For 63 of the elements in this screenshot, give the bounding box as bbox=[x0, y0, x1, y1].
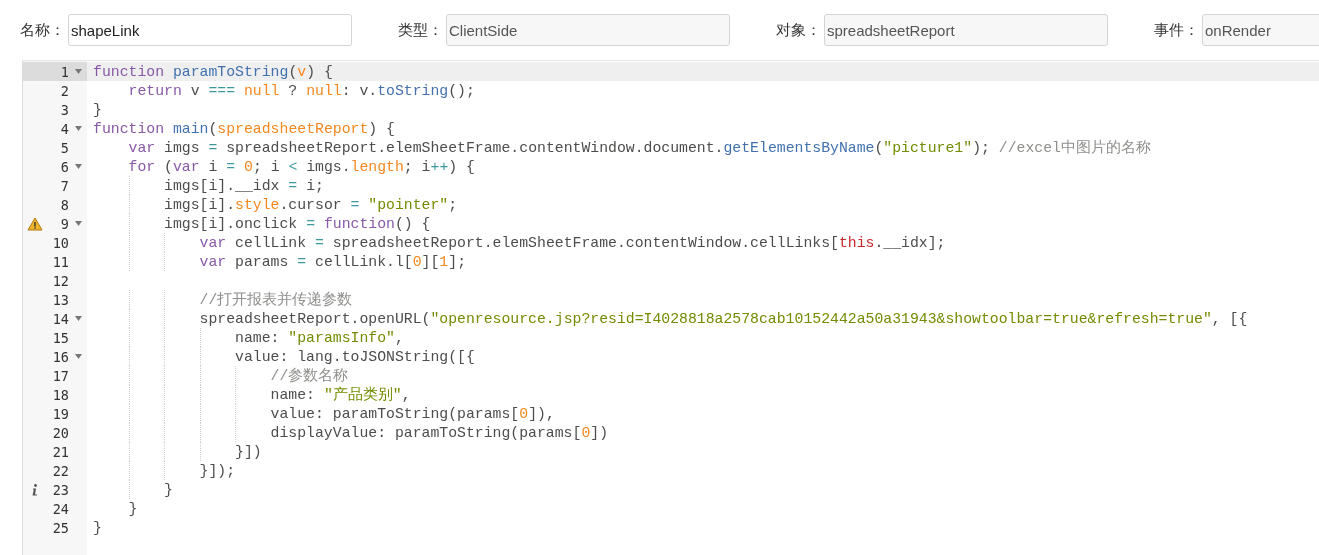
line-number: 19 bbox=[51, 405, 69, 422]
code-line: }]) bbox=[234, 444, 262, 460]
code-line: } bbox=[93, 520, 102, 536]
line-number: 21 bbox=[51, 443, 69, 460]
code-line: value: paramToString(params[0]), bbox=[269, 406, 555, 422]
code-line: spreadsheetReport.openURL("openresource.jsp?resid=I4028818a2578cab10152442a50a31943&showtoolbar=true&refresh=true", [{ bbox=[198, 311, 1248, 327]
line-number: 24 bbox=[51, 500, 69, 517]
field-label: 名称： bbox=[20, 20, 66, 40]
line-number: 1 bbox=[59, 63, 69, 80]
line-number: 9 bbox=[59, 215, 69, 232]
code-line: } bbox=[163, 482, 173, 498]
code-line: name: "paramsInfo", bbox=[234, 330, 404, 346]
fold-icon[interactable] bbox=[74, 126, 82, 131]
code-line: function main(spreadsheetReport) { bbox=[93, 121, 395, 137]
line-number: 5 bbox=[59, 139, 69, 156]
code-line: function paramToString(v) { bbox=[93, 64, 333, 80]
line-number: 7 bbox=[59, 177, 69, 194]
code-line: value: lang.toJSONString([{ bbox=[234, 349, 475, 365]
line-number: 13 bbox=[51, 291, 69, 308]
field-label: 类型： bbox=[398, 20, 444, 40]
line-number: 6 bbox=[59, 158, 69, 175]
line-number: 22 bbox=[51, 462, 69, 479]
line-number: 16 bbox=[51, 348, 69, 365]
code-line: }]); bbox=[198, 463, 236, 479]
line-number: 3 bbox=[59, 101, 69, 118]
code-line: //打开报表并传递参数 bbox=[198, 292, 353, 308]
code-line: imgs[i].style.cursor = "pointer"; bbox=[163, 197, 458, 213]
code-line: displayValue: paramToString(params[0]) bbox=[269, 425, 609, 441]
code-line: } bbox=[127, 501, 138, 517]
code-line: return v === null ? null: v.toString(); bbox=[127, 83, 475, 99]
line-number: 4 bbox=[59, 120, 69, 137]
code-line: imgs[i].__idx = i; bbox=[163, 178, 324, 194]
line-number: 18 bbox=[51, 386, 69, 403]
code-editor[interactable] bbox=[22, 60, 1319, 555]
code-line: //参数名称 bbox=[269, 368, 349, 384]
code-line: imgs[i].onclick = function() { bbox=[163, 216, 431, 232]
line-number: 12 bbox=[51, 272, 69, 289]
fold-icon[interactable] bbox=[74, 69, 82, 74]
line-number: 20 bbox=[51, 424, 69, 441]
info-icon bbox=[32, 483, 38, 496]
field-label: 对象： bbox=[776, 20, 822, 40]
code-line: var imgs = spreadsheetReport.elemSheetFrame.contentWindow.document.getElementsByName("picture1"); //excel中图片的名称 bbox=[127, 140, 1151, 156]
fold-icon[interactable] bbox=[74, 164, 82, 169]
line-number: 2 bbox=[59, 82, 69, 99]
line-number: 25 bbox=[51, 519, 69, 536]
fold-icon[interactable] bbox=[74, 354, 82, 359]
warning-icon bbox=[27, 216, 43, 231]
line-number: 17 bbox=[51, 367, 69, 384]
line-number: 15 bbox=[51, 329, 69, 346]
line-number: 11 bbox=[51, 253, 69, 270]
code-line: var params = cellLink.l[0][1]; bbox=[198, 254, 466, 270]
field-label: 事件： bbox=[1154, 20, 1200, 40]
line-number: 8 bbox=[59, 196, 69, 213]
code-line: name: "产品类别", bbox=[269, 387, 411, 403]
text-field[interactable]: shapeLink bbox=[68, 14, 352, 46]
code-line: var cellLink = spreadsheetReport.elemSheetFrame.contentWindow.cellLinks[this.__idx]; bbox=[198, 235, 946, 251]
fold-icon[interactable] bbox=[74, 221, 82, 226]
line-number: 23 bbox=[51, 481, 69, 498]
code-line: for (var i = 0; i < imgs.length; i++) { bbox=[127, 159, 475, 175]
line-number: 10 bbox=[51, 234, 69, 251]
fold-icon[interactable] bbox=[74, 316, 82, 321]
line-number: 14 bbox=[51, 310, 69, 327]
code-line: } bbox=[93, 102, 102, 118]
